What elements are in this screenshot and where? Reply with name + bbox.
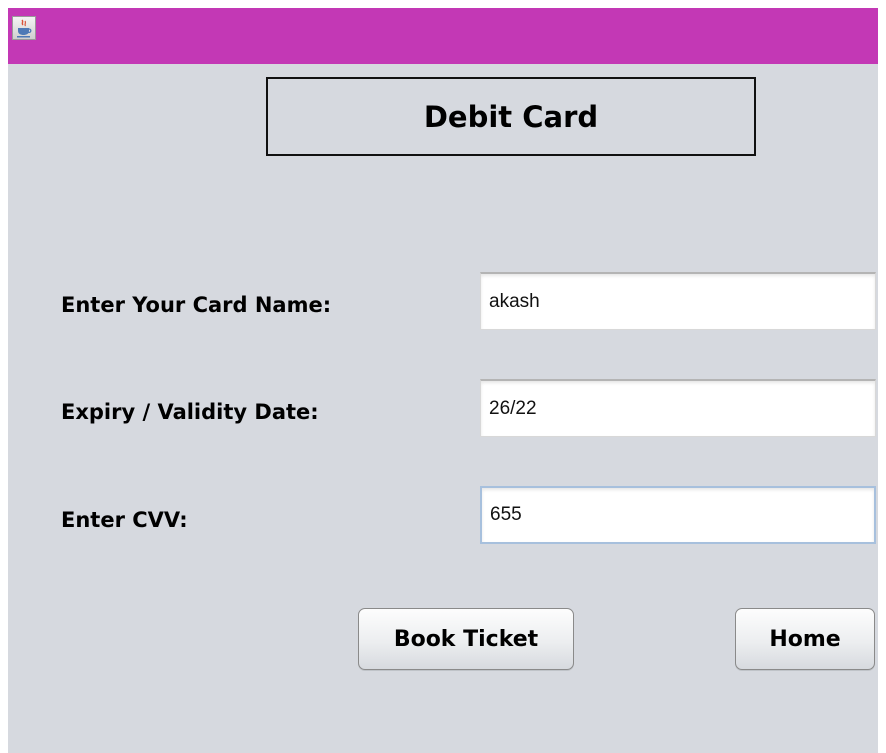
title-bar[interactable] bbox=[8, 8, 878, 64]
heading-box: Debit Card bbox=[266, 77, 756, 156]
java-cup-icon[interactable] bbox=[12, 16, 36, 40]
home-button[interactable]: Home bbox=[735, 608, 875, 670]
cvv-input[interactable] bbox=[480, 486, 876, 544]
cvv-label: Enter CVV: bbox=[61, 508, 188, 532]
card-name-label: Enter Your Card Name: bbox=[61, 293, 332, 317]
expiry-date-label: Expiry / Validity Date: bbox=[61, 400, 319, 424]
book-ticket-button[interactable]: Book Ticket bbox=[358, 608, 574, 670]
page-title: Debit Card bbox=[423, 99, 599, 134]
debit-card-window: Debit Card Enter Your Card Name: Expiry … bbox=[8, 8, 878, 753]
expiry-date-input[interactable] bbox=[480, 379, 876, 437]
card-name-input[interactable] bbox=[480, 272, 876, 330]
